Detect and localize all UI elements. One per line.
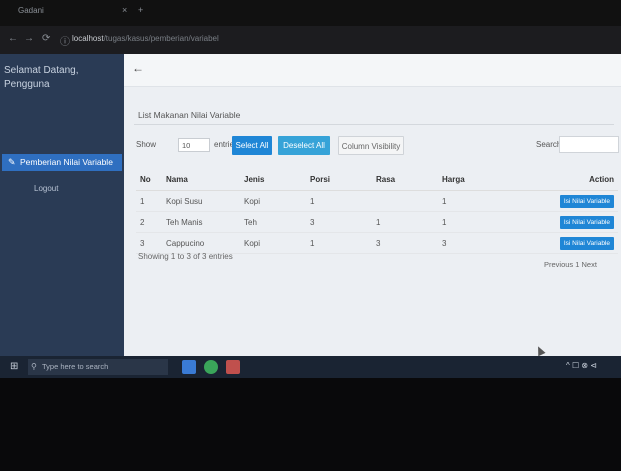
- reload-icon[interactable]: ⟳: [42, 33, 50, 44]
- cell-rasa: 1: [372, 211, 438, 233]
- cell-no: 3: [136, 232, 162, 254]
- table-header-row: No Nama Jenis Porsi Rasa Harga Action: [136, 168, 618, 191]
- col-header-no[interactable]: No: [136, 168, 162, 191]
- table-row: 3 Cappucino Kopi 1 3 3 Isi Nilai Variabl…: [136, 232, 618, 254]
- cell-jenis: Kopi: [240, 232, 306, 254]
- cell-action: Isi Nilai Variable: [516, 232, 618, 254]
- col-header-nama[interactable]: Nama: [162, 168, 240, 191]
- cell-action: Isi Nilai Variable: [516, 190, 618, 212]
- cell-rasa: [372, 190, 438, 212]
- chrome-icon[interactable]: [204, 360, 218, 374]
- card-title: List Makanan Nilai Variable: [138, 110, 241, 120]
- cell-nama: Kopi Susu: [162, 190, 240, 212]
- data-table: No Nama Jenis Porsi Rasa Harga Action 1 …: [136, 168, 618, 254]
- new-tab-icon[interactable]: +: [138, 5, 143, 15]
- deselect-all-button[interactable]: Deselect All: [278, 136, 330, 155]
- url-path: /tugas/kasus/pemberian/variabel: [103, 34, 219, 43]
- info-icon: ⓘ: [60, 37, 70, 48]
- isi-nilai-variable-button[interactable]: Isi Nilai Variable: [559, 215, 614, 229]
- system-tray[interactable]: ^ ☐ ⊗ ⊲: [566, 361, 597, 370]
- search-input[interactable]: [559, 136, 619, 153]
- table-row: 1 Kopi Susu Kopi 1 1 Isi Nilai Variable: [136, 190, 618, 212]
- table-row: 2 Teh Manis Teh 3 1 1 Isi Nilai Variable: [136, 211, 618, 233]
- monitor-bezel: [0, 378, 621, 471]
- taskbar-app-icon[interactable]: [226, 360, 240, 374]
- url-field[interactable]: localhost/tugas/kasus/pemberian/variabel: [72, 34, 219, 43]
- top-navbar: ←: [124, 54, 621, 87]
- sidebar-brand: Selamat Datang, Pengguna: [4, 65, 79, 90]
- cell-action: Isi Nilai Variable: [516, 211, 618, 233]
- entries-select[interactable]: 10: [178, 138, 210, 152]
- cell-harga: 1: [438, 190, 516, 212]
- taskbar-app-icon[interactable]: [182, 360, 196, 374]
- back-nav-icon[interactable]: ←: [8, 33, 18, 44]
- isi-nilai-variable-button[interactable]: Isi Nilai Variable: [559, 236, 614, 250]
- cell-harga: 3: [438, 232, 516, 254]
- sidebar-item-logout[interactable]: Logout: [34, 184, 58, 193]
- close-tab-icon[interactable]: ×: [122, 5, 127, 15]
- col-header-jenis[interactable]: Jenis: [240, 168, 306, 191]
- browser-tab[interactable]: Gadani: [18, 6, 44, 15]
- col-header-rasa[interactable]: Rasa: [372, 168, 438, 191]
- cell-porsi: 1: [306, 190, 372, 212]
- monitor-screen: Gadani × + ← → ⟳ ⓘ localhost/tugas/kasus…: [0, 0, 621, 378]
- mouse-cursor-icon: [534, 344, 546, 357]
- cell-porsi: 1: [306, 232, 372, 254]
- table-info: Showing 1 to 3 of 3 entries: [138, 252, 233, 261]
- cell-jenis: Teh: [240, 211, 306, 233]
- url-host: localhost: [72, 34, 104, 43]
- col-header-action[interactable]: Action: [516, 168, 618, 191]
- show-label: Show: [136, 140, 157, 149]
- sidebar-item-pemberian-nilai[interactable]: ✎ Pemberian Nilai Variable: [2, 154, 122, 171]
- taskbar-search[interactable]: ⚲ Type here to search: [28, 359, 168, 375]
- card-divider: [134, 124, 614, 125]
- pencil-icon: ✎: [8, 157, 16, 167]
- cell-nama: Teh Manis: [162, 211, 240, 233]
- isi-nilai-variable-button[interactable]: Isi Nilai Variable: [559, 194, 614, 208]
- cell-nama: Cappucino: [162, 232, 240, 254]
- cell-no: 1: [136, 190, 162, 212]
- select-all-button[interactable]: Select All: [232, 136, 272, 155]
- windows-start-icon[interactable]: ⊞: [10, 361, 18, 372]
- cell-porsi: 3: [306, 211, 372, 233]
- sidebar-item-label: Pemberian Nilai Variable: [20, 157, 113, 167]
- cell-harga: 1: [438, 211, 516, 233]
- search-icon: ⚲: [31, 362, 37, 371]
- sidebar: Selamat Datang, Pengguna ✎ Pemberian Nil…: [0, 54, 124, 356]
- column-visibility-button[interactable]: Column Visibility: [338, 136, 404, 155]
- address-bar: ← → ⟳ ⓘ localhost/tugas/kasus/pemberian/…: [0, 26, 621, 54]
- cell-no: 2: [136, 211, 162, 233]
- taskbar-search-placeholder: Type here to search: [42, 362, 109, 371]
- col-header-porsi[interactable]: Porsi: [306, 168, 372, 191]
- cell-jenis: Kopi: [240, 190, 306, 212]
- browser-tab-bar: Gadani × +: [0, 0, 621, 26]
- main-content: ← List Makanan Nilai Variable Show 10 en…: [124, 54, 621, 357]
- back-arrow-icon[interactable]: ←: [132, 61, 144, 75]
- pagination[interactable]: Previous 1 Next: [544, 260, 597, 269]
- forward-nav-icon[interactable]: →: [24, 33, 34, 44]
- windows-taskbar: ⊞ ⚲ Type here to search ^ ☐ ⊗ ⊲: [0, 356, 621, 378]
- cell-rasa: 3: [372, 232, 438, 254]
- col-header-harga[interactable]: Harga: [438, 168, 516, 191]
